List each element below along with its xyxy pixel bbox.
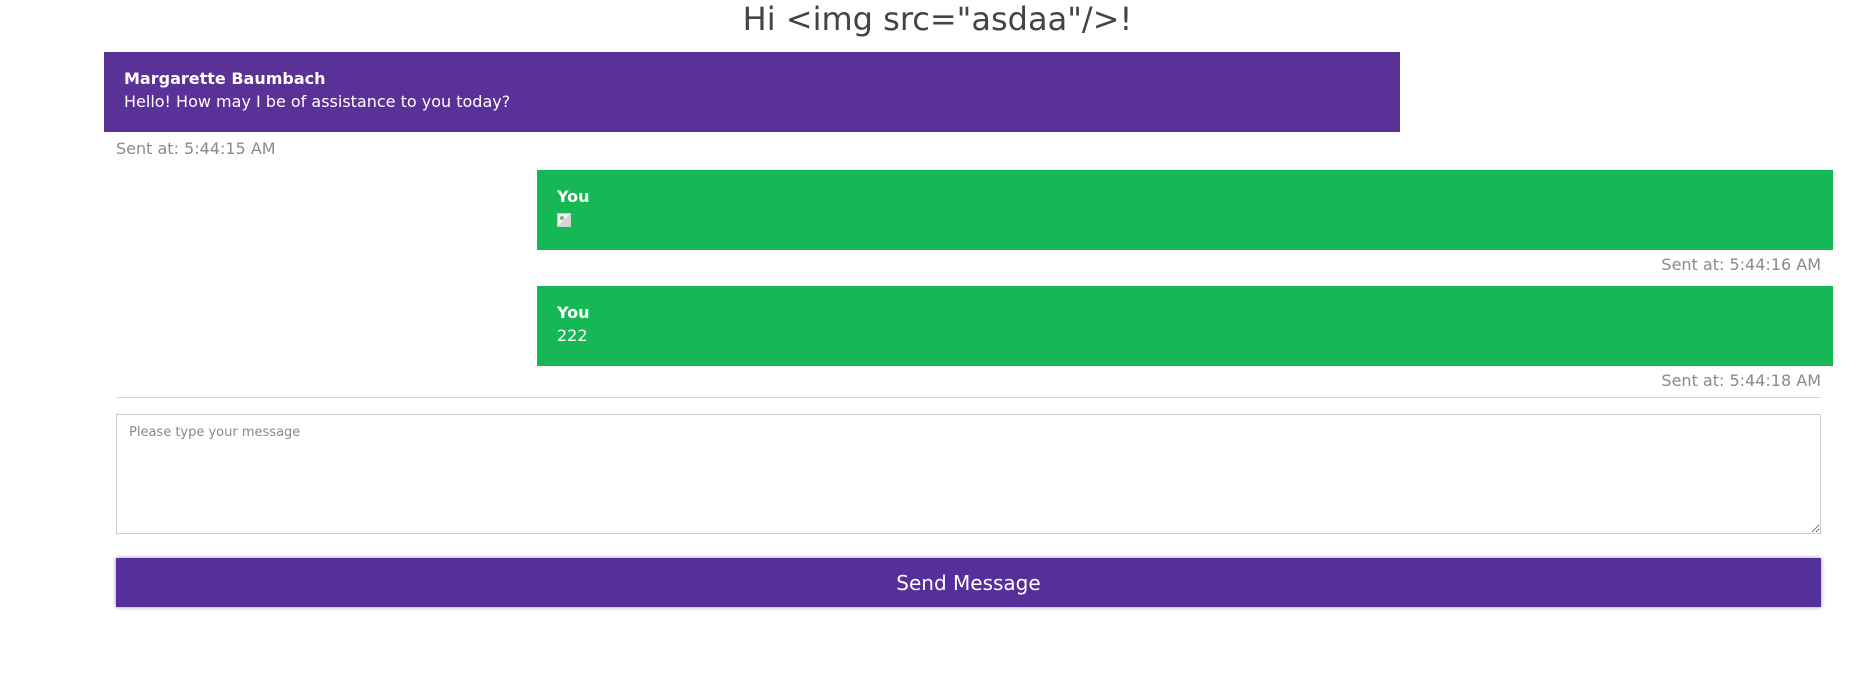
message-timestamp: Sent at: 5:44:16 AM	[1661, 255, 1821, 274]
message-text: 222	[557, 326, 588, 345]
send-message-button[interactable]: Send Message	[116, 558, 1821, 607]
chat-message-agent: Margarette Baumbach Hello! How may I be …	[104, 52, 1400, 132]
message-sender: Margarette Baumbach	[124, 69, 326, 88]
message-text: Hello! How may I be of assistance to you…	[124, 92, 511, 111]
message-sender: You	[557, 187, 590, 206]
message-content	[557, 208, 1813, 234]
broken-image-icon	[557, 213, 571, 227]
message-timestamp: Sent at: 5:44:18 AM	[1661, 371, 1821, 390]
message-input[interactable]	[116, 414, 1821, 534]
chat-message-user: You 222	[537, 286, 1833, 366]
message-sender: You	[557, 303, 590, 322]
page-title: Hi <img src="asdaa"/>!	[742, 0, 1133, 38]
message-timestamp: Sent at: 5:44:15 AM	[116, 139, 276, 158]
chat-message-user: You	[537, 170, 1833, 250]
divider	[116, 397, 1821, 398]
